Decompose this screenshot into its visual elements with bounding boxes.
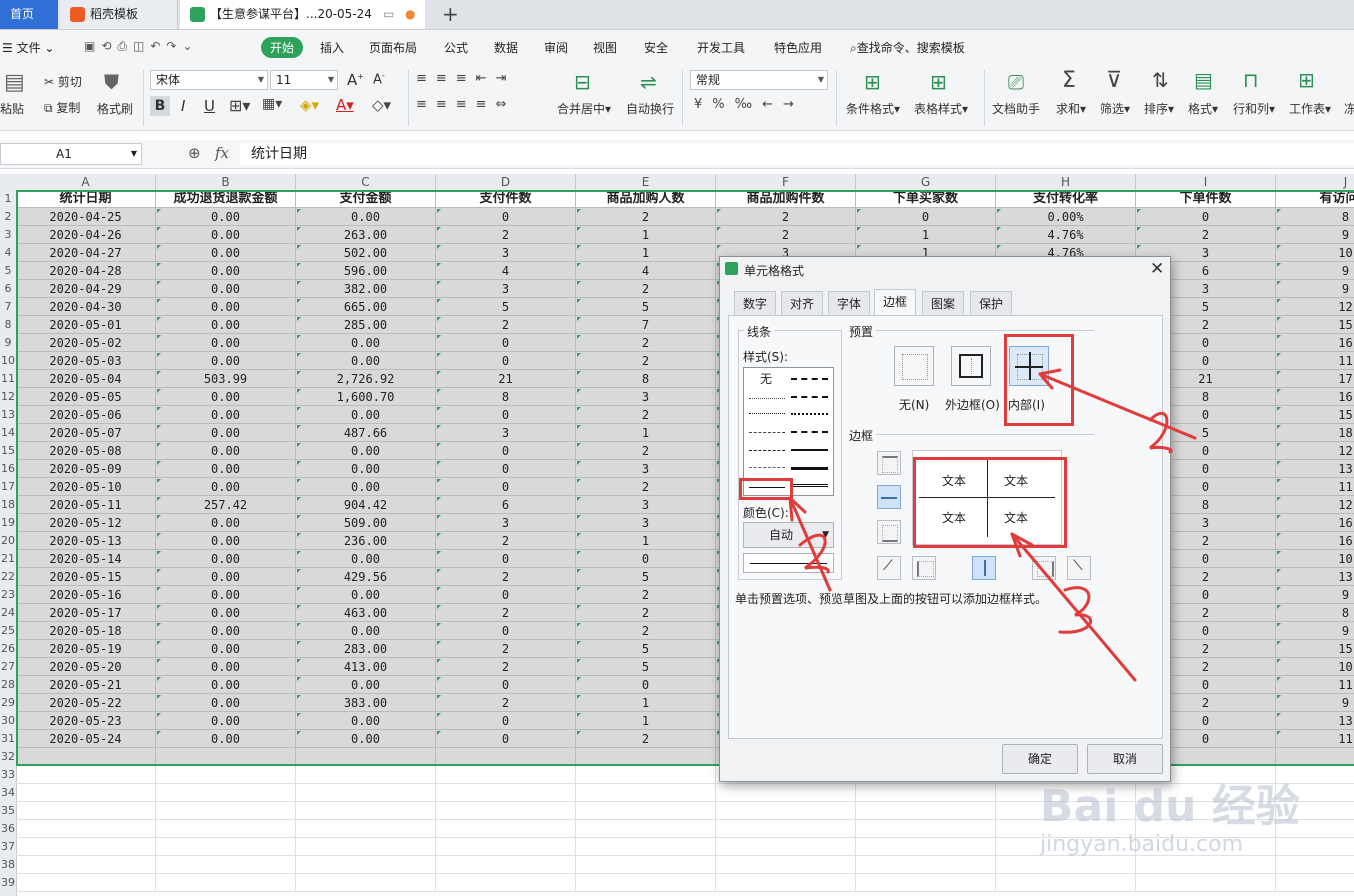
- annotation-arrow-3: [1010, 532, 1137, 682]
- annotation-arrow-1: [1038, 372, 1197, 440]
- baidu-watermark-url: jingyan.baidu.com: [1040, 832, 1244, 857]
- baidu-watermark: Bai du 经验: [1040, 781, 1300, 832]
- annotation-overlay: [788, 368, 1197, 682]
